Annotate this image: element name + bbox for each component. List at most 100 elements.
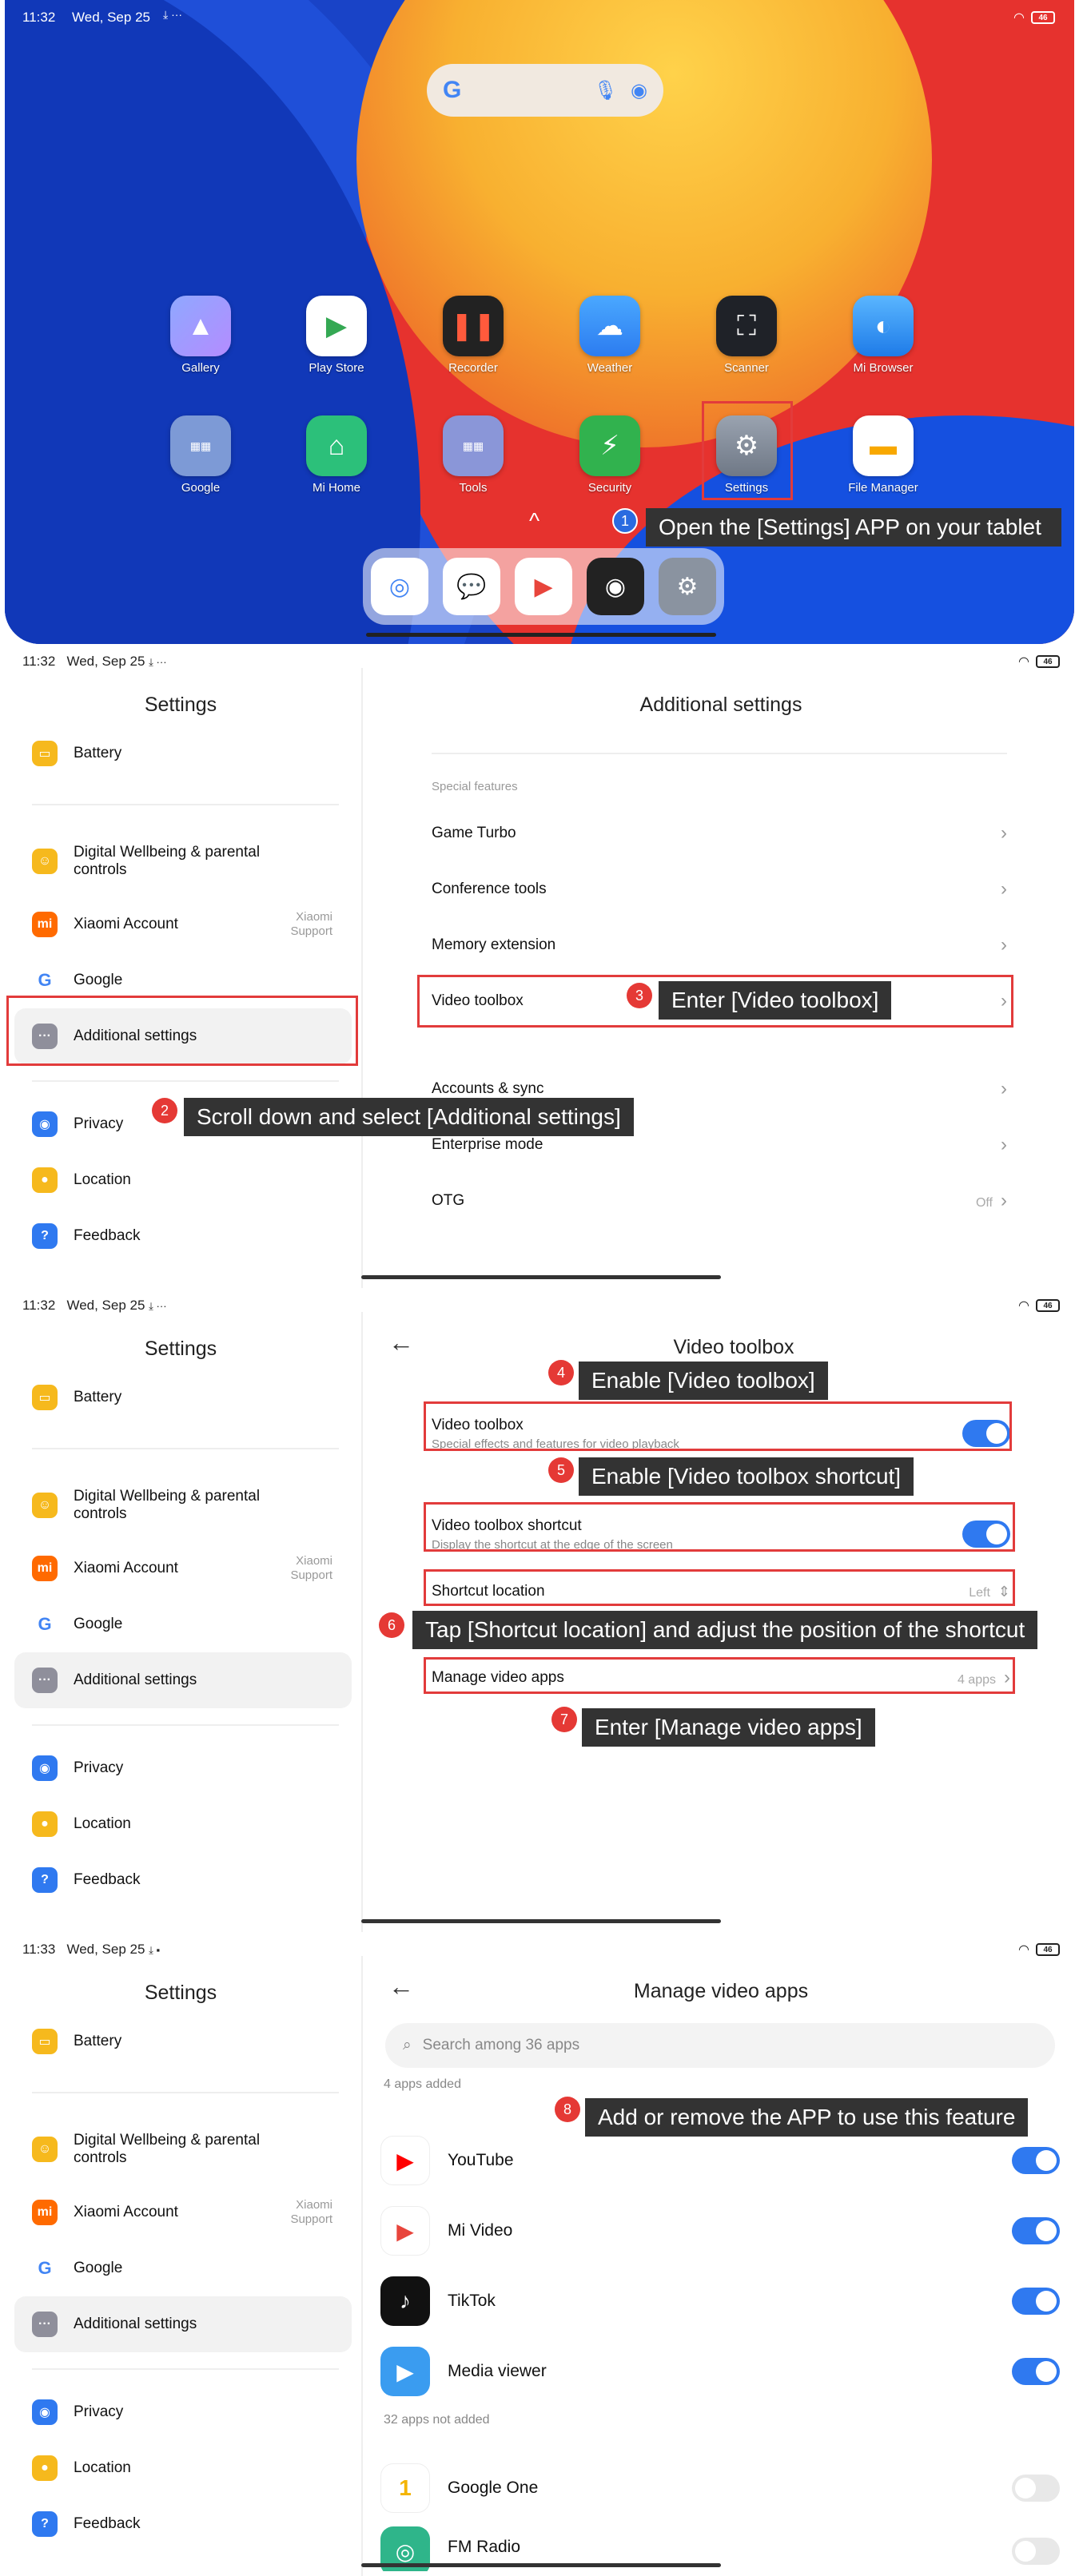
settings-item-feedback[interactable]: ? Feedback xyxy=(14,1852,352,1908)
app-row-youtube[interactable]: ▶ YouTube xyxy=(380,2129,1060,2192)
settings-item-battery[interactable]: ▭ Battery xyxy=(14,2013,352,2069)
step6-callout: Tap [Shortcut location] and adjust the p… xyxy=(412,1611,1038,1649)
status-date: Wed, Sep 25 xyxy=(66,1298,145,1313)
mic-icon[interactable]: 🎙 xyxy=(594,79,618,102)
app-row-google-one[interactable]: 1 Google One xyxy=(380,2456,1060,2520)
chevron-right-icon: › xyxy=(1001,878,1007,900)
settings-item-xiaomi-account[interactable]: mi Xiaomi Account Xiaomi Support xyxy=(14,896,352,952)
download-icon: ⤓ ··· xyxy=(149,1300,167,1312)
app-row-tiktok[interactable]: ♪ TikTok xyxy=(380,2269,1060,2333)
app-mi-home[interactable]: ⌂ Mi Home xyxy=(285,415,388,495)
settings-item-additional[interactable]: ··· Additional settings xyxy=(14,1652,352,1708)
gesture-bar xyxy=(361,1919,721,1923)
home-screen: 11:32 Wed, Sep 25 ⤓ ··· ◠ 46 G 🎙 ◉ ▲ Gall… xyxy=(5,0,1074,644)
step-number: 7 xyxy=(551,1707,577,1732)
settings-item-location[interactable]: ● Location xyxy=(14,1796,352,1852)
settings-item-wellbeing[interactable]: ☺ Digital Wellbeing & parental controls xyxy=(14,2116,352,2183)
settings-title: Settings xyxy=(144,1982,217,2004)
camera-icon[interactable]: ◉ xyxy=(587,558,644,615)
step-number: 1 xyxy=(612,508,638,534)
app-google-folder[interactable]: ▦▦ Google xyxy=(149,415,253,495)
status-date: Wed, Sep 25 xyxy=(66,1942,145,1957)
mi-logo-icon: mi xyxy=(32,1556,58,1581)
settings-item-google[interactable]: G Google xyxy=(14,2240,352,2296)
mi-video-icon: ▶ xyxy=(380,2206,430,2256)
notification-icon: ⤓ ▪ xyxy=(149,1944,161,1956)
tools-folder-icon: ▦▦ xyxy=(443,415,504,476)
row-accounts-sync[interactable]: Accounts & sync › xyxy=(432,1061,1007,1117)
page-title: Video toolbox xyxy=(673,1336,794,1358)
download-icon: ⤓ ··· xyxy=(163,8,183,21)
media-viewer-switch[interactable] xyxy=(1012,2358,1060,2385)
mi-video-icon[interactable]: ▶ xyxy=(515,558,572,615)
eye-icon: ◉ xyxy=(32,1111,58,1137)
app-gallery[interactable]: ▲ Gallery xyxy=(149,296,253,375)
settings-item-location[interactable]: ● Location xyxy=(14,1152,352,1208)
google-one-icon: 1 xyxy=(380,2463,430,2513)
video-toolbox-screen: 11:32 Wed, Sep 25 ⤓ ··· ◠ 46 Settings ▭ Ba… xyxy=(0,1288,1079,1932)
settings-item-wellbeing[interactable]: ☺ Digital Wellbeing & parental controls xyxy=(14,828,352,895)
feedback-icon: ? xyxy=(32,1223,58,1249)
row-memory-extension[interactable]: Memory extension › xyxy=(432,917,1007,973)
search-input[interactable]: ⌕ Search among 36 apps xyxy=(385,2023,1055,2068)
settings-item-feedback[interactable]: ? Feedback xyxy=(14,1208,352,1264)
settings-item-feedback[interactable]: ? Feedback xyxy=(14,2496,352,2552)
manage-highlight xyxy=(424,1657,1015,1694)
chrome-icon[interactable]: ◎ xyxy=(371,558,428,615)
app-mi-browser[interactable]: ◐ Mi Browser xyxy=(831,296,935,375)
settings-item-privacy[interactable]: ◉ Privacy xyxy=(14,2384,352,2440)
lens-icon[interactable]: ◉ xyxy=(631,79,647,102)
more-dots-icon: ··· xyxy=(32,1668,58,1693)
settings-item-xiaomi-account[interactable]: mi Xiaomi Account Xiaomi Support xyxy=(14,2184,352,2240)
mi-video-switch[interactable] xyxy=(1012,2217,1060,2244)
settings-highlight xyxy=(702,401,793,500)
chevron-right-icon: › xyxy=(1001,822,1007,844)
settings-item-location[interactable]: ● Location xyxy=(14,2440,352,2496)
youtube-switch[interactable] xyxy=(1012,2147,1060,2174)
messages-icon[interactable]: 💬 xyxy=(443,558,500,615)
fm-radio-switch[interactable] xyxy=(1012,2538,1060,2565)
step3-callout: Enter [Video toolbox] xyxy=(659,981,892,1020)
search-icon: ⌕ xyxy=(403,2037,412,2053)
folder-icon: ▦▦ xyxy=(170,415,231,476)
settings-item-battery[interactable]: ▭ Battery xyxy=(14,1369,352,1425)
app-row-media-viewer[interactable]: ▶ Media viewer xyxy=(380,2339,1060,2403)
settings-item-battery[interactable]: ▭ Battery xyxy=(14,725,352,781)
app-file-manager[interactable]: ▬ File Manager xyxy=(831,415,935,495)
row-otg[interactable]: OTG Off › xyxy=(432,1173,1007,1229)
row-game-turbo[interactable]: Game Turbo › xyxy=(432,805,1007,861)
app-scanner[interactable]: ⛶ Scanner xyxy=(695,296,798,375)
eye-icon: ◉ xyxy=(32,1755,58,1781)
wifi-icon: ◠ xyxy=(1018,1299,1029,1313)
recorder-icon: ❚❚ xyxy=(443,296,504,356)
row-conference-tools[interactable]: Conference tools › xyxy=(432,861,1007,917)
battery-icon: 46 xyxy=(1031,11,1055,24)
battery-icon: 46 xyxy=(1036,1943,1060,1956)
settings-dock-icon[interactable]: ⚙ xyxy=(659,558,716,615)
app-play-store[interactable]: ▶ Play Store xyxy=(285,296,388,375)
mi-logo-icon: mi xyxy=(32,2200,58,2225)
settings-item-xiaomi-account[interactable]: mi Xiaomi Account Xiaomi Support xyxy=(14,1540,352,1596)
youtube-icon: ▶ xyxy=(380,2136,430,2185)
step-number: 4 xyxy=(548,1360,574,1385)
app-recorder[interactable]: ❚❚ Recorder xyxy=(421,296,525,375)
settings-item-additional[interactable]: ··· Additional settings xyxy=(14,2296,352,2352)
step1-callout: Open the [Settings] APP on your tablet xyxy=(646,508,1061,547)
page-title: Additional settings xyxy=(639,694,802,716)
tiktok-switch[interactable] xyxy=(1012,2288,1060,2315)
status-time: 11:32 xyxy=(22,1298,56,1313)
settings-item-google[interactable]: G Google xyxy=(14,1596,352,1652)
media-viewer-icon: ▶ xyxy=(380,2347,430,2396)
settings-item-wellbeing[interactable]: ☺ Digital Wellbeing & parental controls xyxy=(14,1472,352,1539)
row-enterprise-mode[interactable]: Enterprise mode › xyxy=(432,1117,1007,1173)
file-manager-icon: ▬ xyxy=(853,415,914,476)
google-one-switch[interactable] xyxy=(1012,2475,1060,2502)
app-security[interactable]: ⚡ Security xyxy=(558,415,662,495)
step-number: 6 xyxy=(379,1612,404,1638)
app-row-mi-video[interactable]: ▶ Mi Video xyxy=(380,2199,1060,2263)
google-search-bar[interactable]: G 🎙 ◉ xyxy=(427,64,663,117)
app-tools[interactable]: ▦▦ Tools xyxy=(421,415,525,495)
app-weather[interactable]: ☁ Weather xyxy=(558,296,662,375)
chevron-right-icon: › xyxy=(1001,1190,1007,1211)
settings-item-privacy[interactable]: ◉ Privacy xyxy=(14,1740,352,1796)
